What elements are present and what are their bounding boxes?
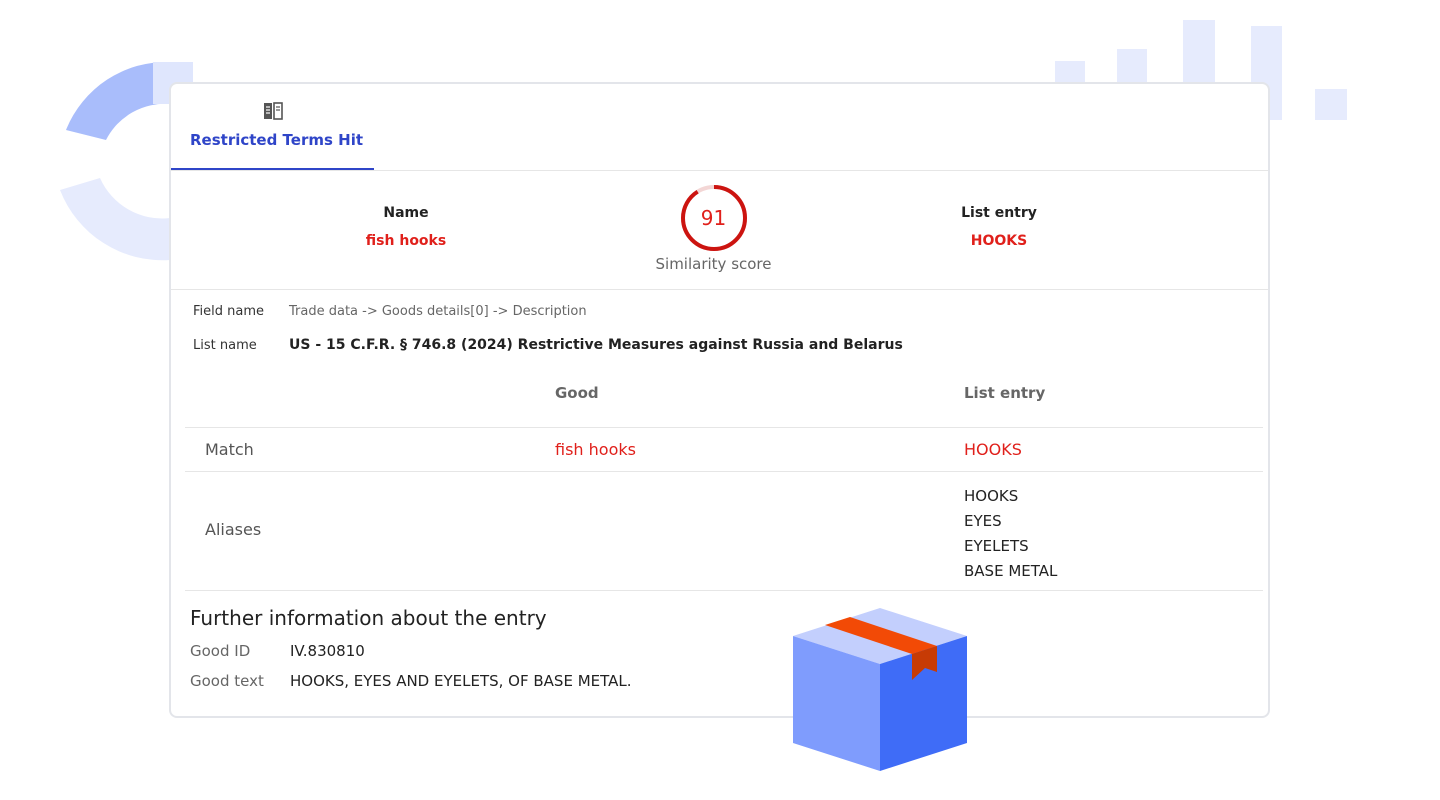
good-id-label: Good ID: [190, 642, 251, 660]
list-name-row: List name US - 15 C.F.R. § 746.8 (2024) R…: [193, 337, 903, 353]
match-entry: HOOKS: [964, 440, 1022, 459]
field-name-label: Field name: [193, 304, 265, 319]
good-text-row: Good text HOOKS, EYES AND EYELETS, OF BAS…: [190, 672, 632, 690]
good-id-value: IV.830810: [290, 642, 365, 660]
table-header: Good List entry: [185, 362, 1263, 428]
hit-summary: Name fish hooks 91 Similarity score List…: [171, 171, 1268, 290]
table-row: Aliases HOOKS EYES EYELETS BASE METAL: [185, 472, 1263, 591]
list-name-label: List name: [193, 338, 257, 353]
aliases-label: Aliases: [205, 520, 262, 539]
name-column: Name fish hooks: [306, 205, 506, 249]
match-good: fish hooks: [555, 440, 636, 459]
score-value: 91: [700, 206, 727, 230]
list-entry-column: List entry HOOKS: [899, 205, 1099, 249]
score-gauge: 91: [679, 183, 749, 253]
book-icon: [264, 102, 283, 120]
field-name-row: Field name Trade data -> Goods details[0]…: [193, 304, 587, 319]
name-header: Name: [383, 205, 429, 221]
good-id-row: Good ID IV.830810: [190, 642, 632, 660]
aliases-list: HOOKS EYES EYELETS BASE METAL: [964, 484, 1057, 584]
name-value: fish hooks: [365, 233, 447, 249]
tab-label: Restricted Terms Hit: [190, 131, 364, 149]
further-info-title: Further information about the entry: [190, 606, 547, 630]
list-item: EYES: [964, 512, 1002, 530]
list-name-value: US - 15 C.F.R. § 746.8 (2024) Restrictiv…: [289, 337, 903, 353]
good-text-label: Good text: [190, 672, 264, 690]
tab-restricted-terms-hit[interactable]: Restricted Terms Hit: [171, 84, 374, 170]
good-text-value: HOOKS, EYES AND EYELETS, OF BASE METAL.: [290, 672, 632, 690]
tab-bar: Restricted Terms Hit: [171, 84, 1268, 171]
restricted-terms-card: Restricted Terms Hit Name fish hooks 91 …: [169, 82, 1270, 718]
further-info: Further information about the entry Good…: [190, 606, 632, 690]
score-label: Similarity score: [655, 255, 772, 273]
col-good-header: Good: [555, 384, 599, 402]
field-name-value: Trade data -> Goods details[0] -> Descri…: [289, 304, 587, 319]
list-entry-header: List entry: [961, 205, 1037, 221]
match-label: Match: [205, 440, 254, 459]
similarity-score: 91 Similarity score: [631, 183, 796, 273]
col-list-entry-header: List entry: [964, 384, 1046, 402]
list-entry-value: HOOKS: [970, 233, 1028, 249]
list-item: HOOKS: [964, 487, 1019, 505]
table-row: Match fish hooks HOOKS: [185, 428, 1263, 472]
list-item: BASE METAL: [964, 562, 1058, 580]
package-icon: [793, 608, 967, 771]
list-item: EYELETS: [964, 537, 1029, 555]
match-table: Good List entry Match fish hooks HOOKS A…: [185, 362, 1263, 591]
